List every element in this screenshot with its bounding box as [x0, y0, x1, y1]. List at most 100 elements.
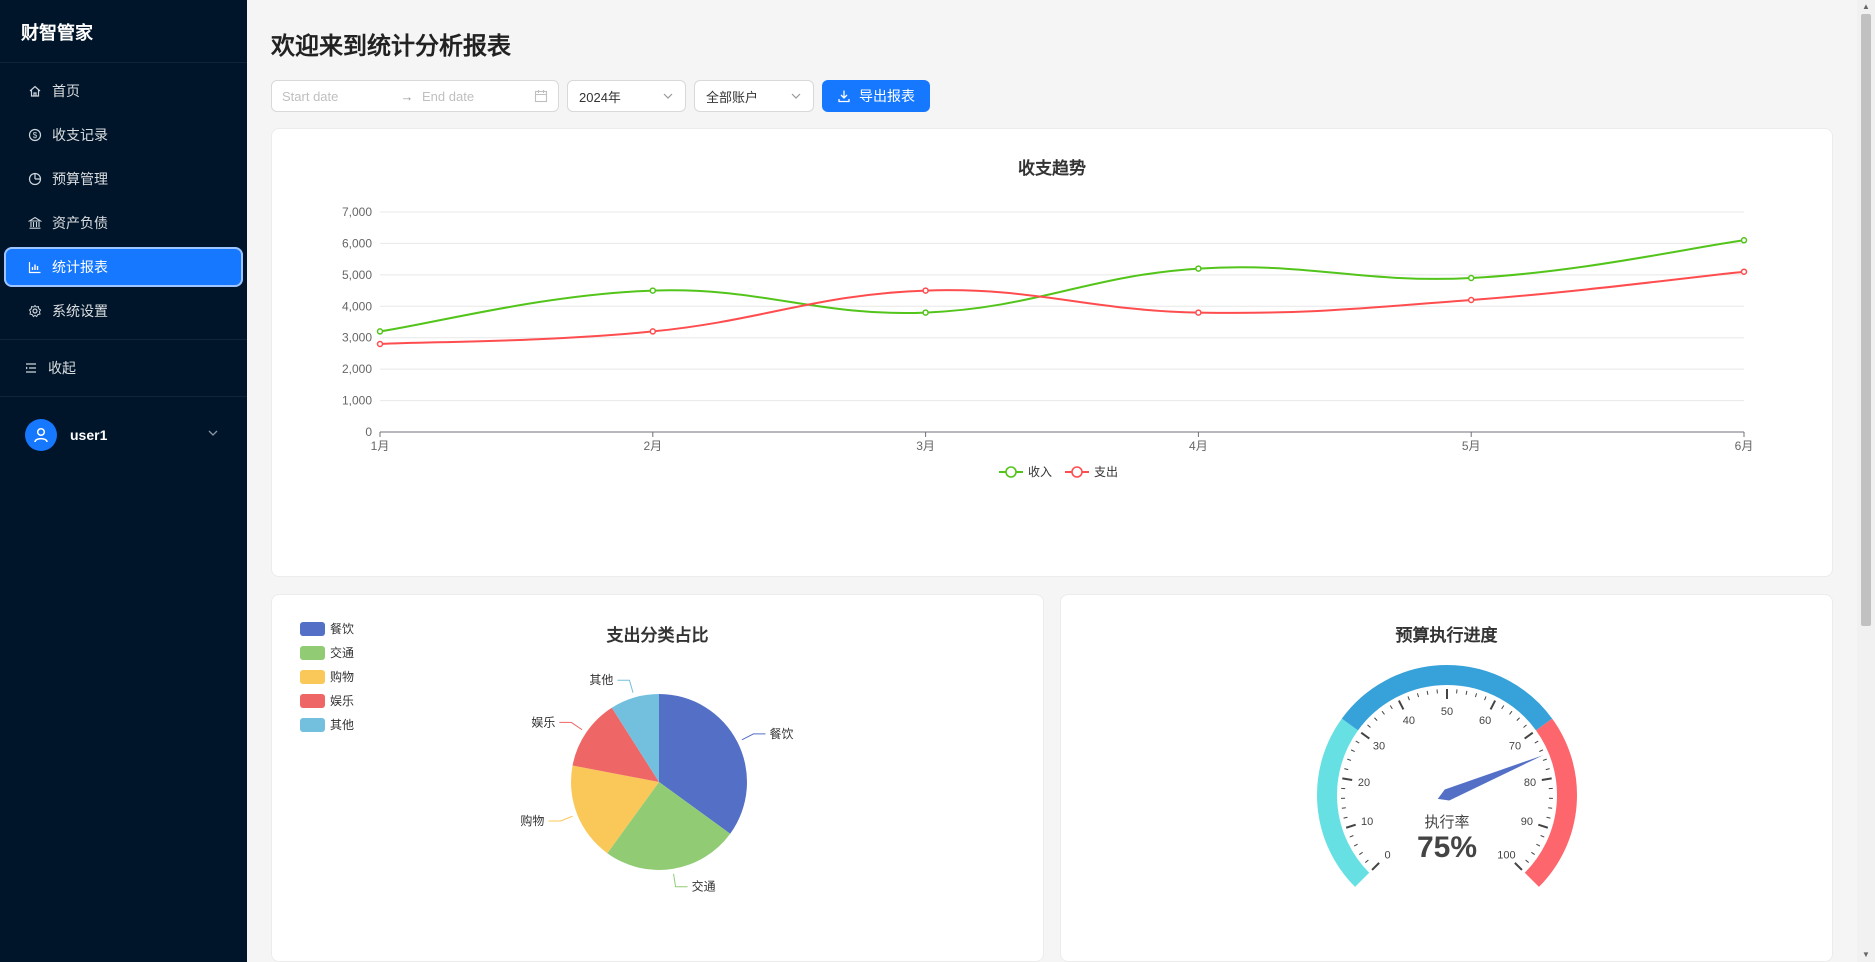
- date-range-picker[interactable]: Start date → End date: [271, 80, 559, 112]
- arrow-right-icon: →: [400, 88, 414, 104]
- gauge-tick-label: 60: [1479, 715, 1491, 727]
- legend-item: 餐饮: [300, 621, 354, 636]
- gauge-tick-label: 0: [1385, 849, 1391, 861]
- legend-label: 收入: [1028, 465, 1052, 479]
- series-line: [379, 239, 1745, 333]
- sidebar-menu: 首页 $ 收支记录 预算管理 资产负债 统计报表 系统设置: [0, 63, 247, 331]
- y-tick-label: 5,000: [342, 268, 372, 282]
- gauge-tick-label: 10: [1361, 816, 1373, 828]
- gauge-tick-label: 20: [1358, 777, 1370, 789]
- gauge-tick: [1534, 740, 1539, 744]
- gauge-tick: [1536, 843, 1541, 847]
- gauge-tick-label: 40: [1403, 715, 1415, 727]
- gauge-tick: [1416, 693, 1420, 698]
- gauge-tick: [1381, 710, 1385, 715]
- gauge-tick-label: 30: [1373, 741, 1385, 753]
- y-tick-label: 0: [365, 425, 372, 439]
- export-report-button[interactable]: 导出报表: [822, 80, 930, 112]
- page-title: 欢迎来到统计分析报表: [271, 33, 511, 60]
- pie-label: 其他: [589, 673, 613, 687]
- sidebar-item-label: 收支记录: [52, 127, 108, 143]
- sidebar-item-assets[interactable]: 资产负债: [4, 203, 243, 243]
- sidebar-item-label: 首页: [52, 83, 80, 99]
- legend-swatch: [300, 622, 325, 636]
- start-date-input[interactable]: Start date: [282, 89, 392, 104]
- data-point: [1467, 274, 1475, 282]
- legend-swatch: [300, 670, 325, 684]
- sidebar-item-home[interactable]: 首页: [4, 71, 243, 111]
- sidebar-item-settings[interactable]: 系统设置: [4, 291, 243, 331]
- gauge-tick-label: 50: [1441, 706, 1453, 718]
- gauge-tick: [1489, 700, 1497, 710]
- download-icon: [837, 89, 851, 103]
- legend-label: 其他: [330, 718, 354, 732]
- end-date-input[interactable]: End date: [422, 89, 532, 104]
- menu-fold-icon: [24, 361, 38, 375]
- gauge-tick: [1349, 835, 1354, 838]
- legend-swatch: [300, 646, 325, 660]
- user-icon: [34, 427, 48, 443]
- trend-chart-card: 收支趋势 0 1,000 2,000 3,000 4,000 5,000 6,000 7,00…: [271, 128, 1833, 577]
- year-select[interactable]: 2024年: [567, 80, 686, 112]
- gauge-tick: [1542, 758, 1547, 761]
- legend-label: 交通: [330, 645, 354, 660]
- gauge-tick: [1359, 851, 1363, 855]
- data-point: [1467, 296, 1475, 304]
- brand-title: 财智管家: [0, 0, 247, 63]
- y-tick-label: 3,000: [342, 331, 372, 345]
- account-select[interactable]: 全部账户: [694, 80, 814, 112]
- gauge-tick: [1371, 862, 1380, 871]
- gauge-tick: [1345, 823, 1357, 829]
- gauge-tick: [1355, 740, 1360, 744]
- pie-label-line: [617, 679, 634, 693]
- x-tick-label: 3月: [916, 439, 935, 453]
- gauge-tick: [1474, 693, 1478, 698]
- collapse-button[interactable]: 收起: [0, 348, 247, 388]
- gauge-tick: [1465, 690, 1468, 695]
- series-line: [379, 270, 1745, 345]
- scroll-up-icon[interactable]: ▲: [1861, 2, 1871, 12]
- y-tick-label: 1,000: [342, 394, 372, 408]
- pie-label-line: [548, 815, 573, 822]
- legend-label: 支出: [1094, 465, 1118, 479]
- gauge-tick: [1516, 717, 1520, 721]
- legend-item: 娱乐: [300, 694, 354, 708]
- gauge-tick: [1367, 724, 1371, 728]
- gauge-tick: [1501, 705, 1505, 710]
- data-point: [1740, 237, 1748, 244]
- sidebar-item-records[interactable]: $ 收支记录: [4, 115, 243, 155]
- pie-label: 购物: [520, 813, 544, 828]
- collapse-label: 收起: [48, 360, 76, 376]
- dollar-icon: $: [28, 128, 42, 142]
- gauge-tick: [1374, 717, 1378, 721]
- scroll-down-icon[interactable]: ▼: [1861, 950, 1871, 960]
- data-point: [1740, 268, 1748, 275]
- gauge-tick: [1426, 690, 1429, 695]
- legend-swatch: [300, 718, 325, 732]
- legend-label: 餐饮: [330, 621, 354, 636]
- y-tick-label: 7,000: [342, 205, 372, 219]
- legend-marker: [1005, 466, 1017, 478]
- legend-item: 其他: [300, 718, 354, 732]
- gauge-chart-card: 预算执行进度 0 10 20 30 40 50 60 70 80 90 100 执行率 75%: [1060, 594, 1833, 962]
- gauge-tick: [1524, 731, 1534, 740]
- sidebar-item-budget[interactable]: 预算管理: [4, 159, 243, 199]
- x-tick-label: 2月: [643, 439, 662, 453]
- gauge-tick: [1397, 700, 1405, 710]
- gauge-tick-label: 90: [1521, 816, 1533, 828]
- sidebar-item-label: 统计报表: [52, 259, 108, 275]
- gauge-tick: [1342, 777, 1353, 781]
- sidebar-divider: [0, 339, 247, 340]
- user-menu[interactable]: user1: [0, 405, 247, 465]
- page-scrollbar[interactable]: ▲ ▼: [1857, 0, 1875, 962]
- sidebar-item-reports[interactable]: 统计报表: [4, 247, 243, 287]
- legend-label: 娱乐: [330, 694, 354, 708]
- scrollbar-thumb[interactable]: [1861, 14, 1871, 626]
- legend-item: 交通: [300, 645, 354, 660]
- gauge-tick: [1353, 843, 1358, 847]
- sidebar-divider: [0, 396, 247, 397]
- gauge-tick: [1525, 859, 1529, 863]
- pie-label-line: [559, 721, 583, 731]
- gauge-tick: [1347, 758, 1352, 761]
- sidebar: 财智管家 首页 $ 收支记录 预算管理 资产负债 统计报表 系统设置 收起 us…: [0, 0, 247, 962]
